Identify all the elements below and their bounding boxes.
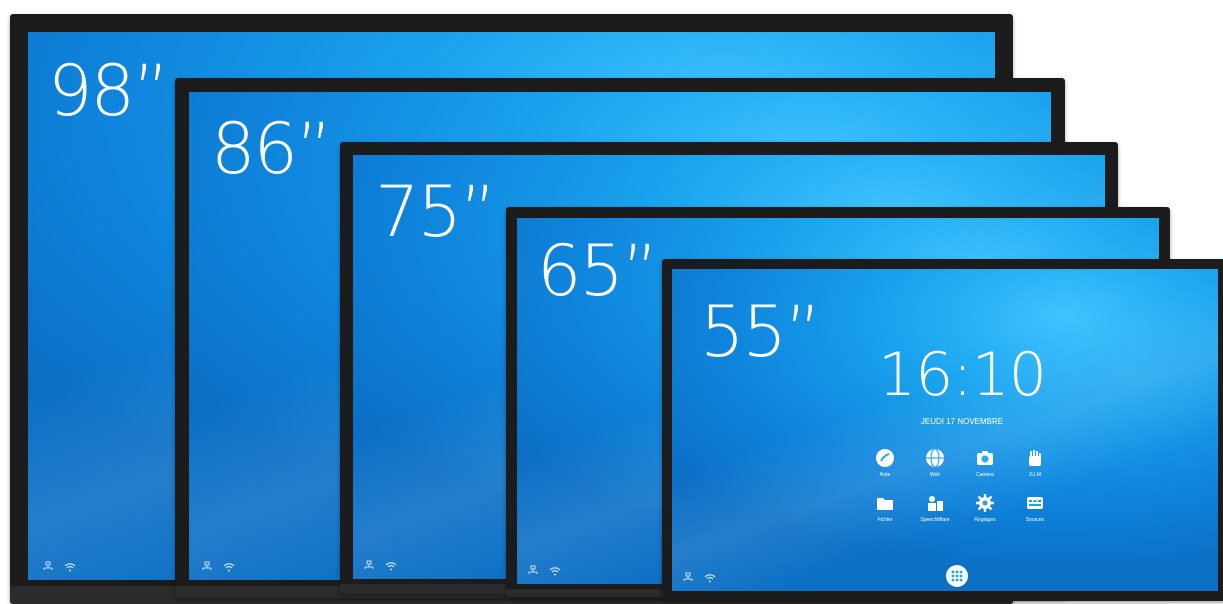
app-label: Note (879, 472, 891, 478)
clock-time: 16:10 (878, 340, 1047, 410)
note-icon (874, 447, 896, 469)
size-label-98: 98” (48, 50, 169, 132)
app-speech[interactable]: Speechliftare (910, 492, 960, 523)
network-icon (42, 560, 54, 572)
network-icon (363, 559, 375, 571)
screen-55: 55” 16:10 JEUDI 17 NOVEMBRE Note Web Cam… (672, 269, 1218, 591)
network-icon (201, 560, 213, 572)
size-label-55: 55” (700, 291, 821, 373)
sources-icon (1024, 492, 1046, 514)
wifi-icon (549, 564, 561, 576)
app-label: Fichier (877, 517, 893, 523)
wifi-icon (223, 560, 235, 572)
status-bar (201, 560, 235, 572)
network-icon (682, 571, 694, 583)
app-label: Web (929, 472, 941, 478)
apps-grid-button[interactable] (946, 565, 968, 587)
app-label: Reglages (974, 517, 996, 523)
size-label-75: 75” (375, 171, 496, 253)
wifi-icon (704, 571, 716, 583)
app-label: JLLM (1028, 472, 1042, 478)
apps-grid-icon (950, 569, 964, 583)
status-bar (527, 564, 561, 576)
status-bar (682, 571, 716, 583)
app-label: Camera (976, 472, 994, 478)
app-sources[interactable]: Sources (1010, 492, 1060, 523)
size-label-86: 86” (211, 108, 332, 190)
app-web[interactable]: Web (910, 447, 960, 478)
size-label-65: 65” (537, 230, 658, 312)
hand-icon (1024, 447, 1046, 469)
clock-date: JEUDI 17 NOVEMBRE (920, 417, 1004, 426)
display-55: 55” 16:10 JEUDI 17 NOVEMBRE Note Web Cam… (662, 259, 1223, 601)
globe-icon (924, 447, 946, 469)
folder-icon (874, 492, 896, 514)
wifi-icon (64, 560, 76, 572)
gear-icon (974, 492, 996, 514)
status-bar (42, 560, 76, 572)
app-reglages[interactable]: Reglages (960, 492, 1010, 523)
people-icon (924, 492, 946, 514)
wifi-icon (385, 559, 397, 571)
app-note[interactable]: Note (860, 447, 910, 478)
app-grid: Note Web Camera JLLM Fichier Speechlifta… (860, 447, 1060, 523)
app-camera[interactable]: Camera (960, 447, 1010, 478)
app-fichier[interactable]: Fichier (860, 492, 910, 523)
app-label: Speechliftare (920, 517, 950, 523)
app-label: Sources (1025, 517, 1045, 523)
network-icon (527, 564, 539, 576)
status-bar (363, 559, 397, 571)
app-jllm[interactable]: JLLM (1010, 447, 1060, 478)
camera-icon (974, 447, 996, 469)
